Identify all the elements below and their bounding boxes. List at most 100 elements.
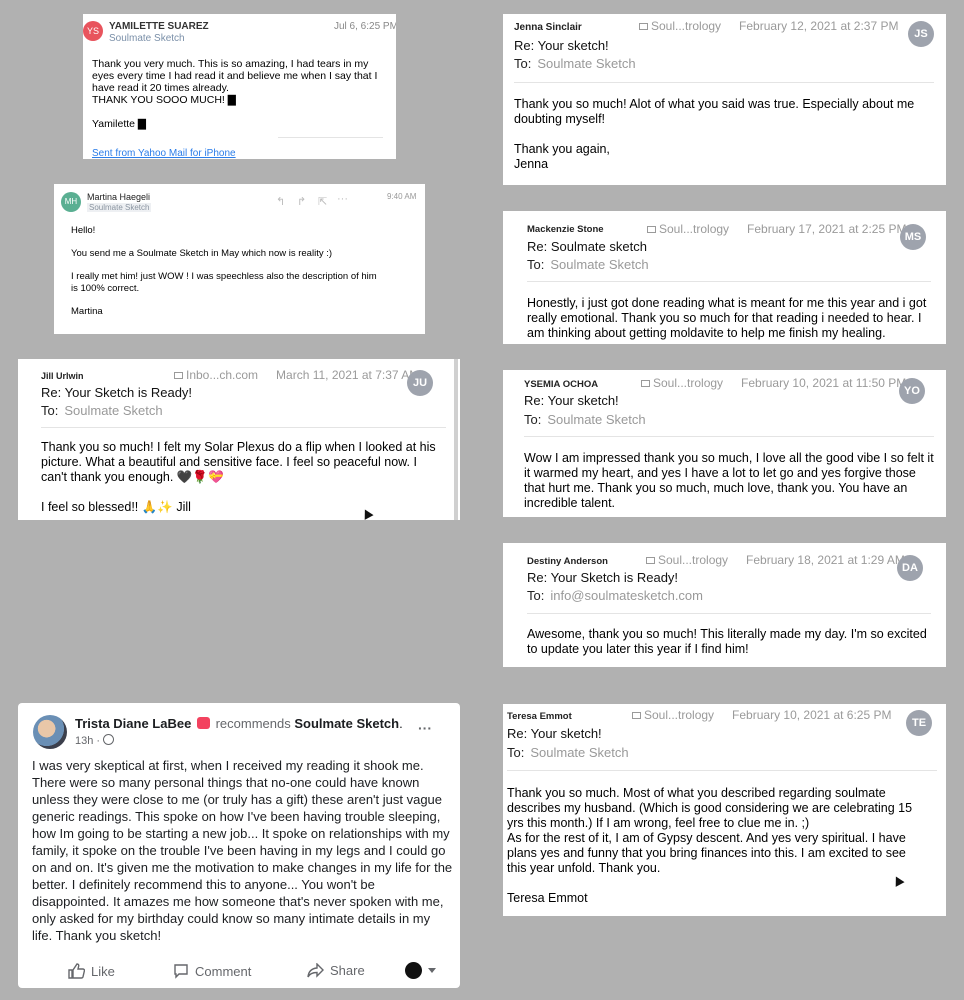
- to-address: Soulmate Sketch: [547, 412, 646, 427]
- email-recipient: To: Soulmate Sketch: [507, 745, 629, 760]
- profile-avatar[interactable]: [33, 715, 67, 749]
- email-date: March 11, 2021 at 7:37 AM: [276, 368, 420, 382]
- post-header: Trista Diane LaBee recommends Soulmate S…: [75, 716, 403, 731]
- page-avatar-selector[interactable]: [405, 962, 437, 980]
- email-body: Awesome, thank you so much! This literal…: [527, 627, 927, 656]
- divider: [524, 436, 934, 437]
- mailbox-icon: [639, 23, 648, 30]
- page-name[interactable]: Soulmate Sketch: [294, 716, 399, 731]
- forward-icon[interactable]: ↱: [297, 195, 306, 208]
- email-recipient: To: Soulmate Sketch: [527, 257, 649, 272]
- sender-name: YSEMIA OCHOA: [524, 379, 599, 390]
- recommend-badge-icon: [196, 717, 210, 729]
- email-body: Wow I am impressed thank you so much, I …: [524, 451, 934, 510]
- email-date: February 18, 2021 at 1:29 AM: [746, 553, 905, 567]
- email-body: Thank you very much. This is so amazing,…: [92, 58, 378, 130]
- divider: [527, 613, 931, 614]
- to-address: Soulmate Sketch: [530, 745, 629, 760]
- move-icon[interactable]: ⇱: [318, 195, 327, 208]
- email-meta: Soul...trology February 12, 2021 at 2:37 …: [639, 19, 898, 33]
- comment-button[interactable]: Comment: [173, 963, 251, 979]
- post-timestamp[interactable]: 13h ·: [75, 735, 100, 747]
- sender-avatar: TE: [906, 710, 932, 736]
- globe-icon: [103, 734, 115, 745]
- email-meta: Soul...trology February 10, 2021 at 6:25 …: [632, 708, 891, 722]
- facebook-post-card[interactable]: Trista Diane LaBee recommends Soulmate S…: [18, 703, 460, 988]
- to-address: Soulmate Sketch: [550, 257, 649, 272]
- sender-avatar: YO: [899, 378, 925, 404]
- share-label: Share: [330, 963, 365, 978]
- email-body: Thank you so much! I felt my Solar Plexu…: [41, 440, 436, 514]
- mailbox-name: Soul...trology: [644, 708, 715, 722]
- mailbox-name: Inbo...ch.com: [186, 368, 259, 382]
- email-date: February 10, 2021 at 11:50 PM: [741, 376, 907, 390]
- email-subject: Re: Your sketch!: [507, 726, 602, 741]
- to-label: To:: [527, 257, 545, 272]
- email-card-jenna[interactable]: Jenna Sinclair Soul...trology February 12…: [503, 14, 946, 185]
- sender-avatar: YS: [83, 21, 103, 41]
- sender-avatar: JU: [407, 370, 433, 396]
- email-date: February 12, 2021 at 2:37 PM: [739, 19, 899, 33]
- divider: [41, 427, 446, 428]
- email-card-jill[interactable]: Jill Urlwin Inbo...ch.com March 11, 2021 …: [18, 359, 460, 520]
- divider: [507, 770, 937, 771]
- mailbox-name: Soul...trology: [658, 553, 729, 567]
- scrollbar[interactable]: [454, 359, 458, 520]
- recommends-verb: recommends: [215, 716, 291, 731]
- email-body: Hello! You send me a Soulmate Sketch in …: [71, 225, 377, 317]
- sender-name: Teresa Emmot: [507, 711, 572, 722]
- sender-avatar: MS: [900, 224, 926, 250]
- email-card-yamilette[interactable]: YS YAMILETTE SUAREZ Soulmate Sketch Jul …: [83, 14, 396, 159]
- email-body: Thank you so much! Alot of what you said…: [514, 97, 915, 171]
- email-card-martina[interactable]: MH Martina Haegeli Soulmate Sketch ↰ ↱ ⇱…: [54, 184, 425, 334]
- like-label: Like: [91, 964, 115, 979]
- to-label: To:: [41, 403, 59, 418]
- email-subject: Re: Your sketch!: [514, 38, 609, 53]
- sender-name: Mackenzie Stone: [527, 224, 604, 235]
- mailbox-icon: [174, 372, 183, 379]
- email-card-destiny[interactable]: Destiny Anderson Soul...trology February …: [503, 543, 946, 667]
- chevron-down-icon: [428, 968, 437, 974]
- email-body: Honestly, i just got done reading what i…: [527, 296, 927, 340]
- sender-name: Martina Haegeli: [87, 192, 151, 202]
- like-button[interactable]: Like: [68, 963, 115, 979]
- email-subject: Re: Your Sketch is Ready!: [527, 570, 679, 585]
- email-subject: Re: Your sketch!: [524, 393, 619, 408]
- share-icon: [307, 962, 324, 978]
- email-meta: Soul...trology February 10, 2021 at 11:50…: [641, 376, 906, 390]
- email-recipient: To: info@soulmatesketch.com: [527, 588, 703, 603]
- sender-group: Soulmate Sketch: [87, 203, 152, 212]
- sender-name: Jill Urlwin: [41, 371, 84, 381]
- mailbox-icon: [632, 712, 641, 719]
- email-recipient: To: Soulmate Sketch: [514, 56, 636, 71]
- email-card-teresa[interactable]: Teresa Emmot Soul...trology February 10, …: [503, 704, 946, 916]
- reply-icon[interactable]: ↰: [276, 195, 285, 208]
- more-options-icon[interactable]: ···: [418, 720, 432, 736]
- yahoo-mail-link[interactable]: Sent from Yahoo Mail for iPhone: [92, 148, 236, 159]
- sender-group: Soulmate Sketch: [109, 33, 185, 44]
- comment-label: Comment: [195, 964, 252, 979]
- mailbox-name: Soul...trology: [659, 222, 730, 236]
- mailbox-icon: [641, 380, 650, 387]
- more-icon[interactable]: ···: [337, 193, 348, 205]
- to-address: Soulmate Sketch: [537, 56, 636, 71]
- sender-avatar: JS: [908, 21, 934, 47]
- email-recipient: To: Soulmate Sketch: [41, 403, 163, 418]
- author-name[interactable]: Trista Diane LaBee: [75, 716, 191, 731]
- share-button[interactable]: Share: [307, 962, 365, 978]
- post-time: 13h ·: [75, 734, 115, 747]
- email-card-ysemia[interactable]: YSEMIA OCHOA Soul...trology February 10, …: [503, 370, 946, 517]
- email-card-mackenzie[interactable]: Mackenzie Stone Soul...trology February 1…: [503, 211, 946, 344]
- mailbox-name: Soul...trology: [653, 376, 724, 390]
- email-date: February 17, 2021 at 2:25 PM: [747, 222, 907, 236]
- divider: [527, 281, 931, 282]
- sender-avatar: DA: [897, 555, 923, 581]
- sender-name: YAMILETTE SUAREZ: [109, 21, 209, 32]
- email-meta: Soul...trology February 18, 2021 at 1:29 …: [646, 553, 905, 567]
- to-label: To:: [524, 412, 542, 427]
- thumbs-up-icon: [68, 963, 86, 979]
- divider: [278, 137, 383, 138]
- comment-icon: [174, 964, 188, 979]
- to-label: To:: [507, 745, 525, 760]
- to-address: info@soulmatesketch.com: [550, 588, 703, 603]
